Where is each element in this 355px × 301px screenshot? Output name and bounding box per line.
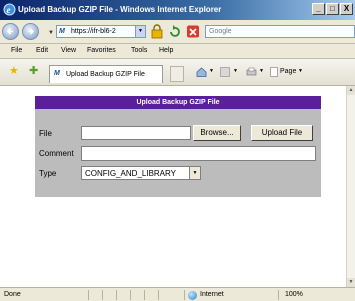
recent-pages-dropdown-icon[interactable]: ▼ — [48, 30, 54, 36]
tab-bar: ★ ✚ M Upload Backup GZIP File ▼ ▼ ▼ Page… — [0, 59, 355, 86]
search-input[interactable]: Google — [205, 25, 355, 38]
tab-label: Upload Backup GZIP File — [66, 71, 145, 78]
back-button[interactable] — [2, 23, 19, 40]
lock-icon[interactable] — [150, 24, 164, 39]
home-dropdown-icon[interactable]: ▼ — [209, 68, 214, 74]
scroll-down-arrow-icon[interactable]: ▼ — [347, 278, 355, 287]
add-favorites-icon[interactable]: ✚ — [29, 66, 38, 77]
forward-button[interactable] — [22, 23, 39, 40]
url-text: https://ifr-bl6-2 — [71, 28, 116, 35]
address-toolbar: ▼ M https://ifr-bl6-2 ▼ Google — [0, 20, 355, 44]
menu-file[interactable]: File — [11, 47, 22, 54]
feeds-dropdown-icon[interactable]: ▼ — [233, 68, 238, 74]
home-icon[interactable] — [196, 67, 207, 77]
close-button[interactable]: X — [340, 3, 353, 15]
status-pane — [102, 290, 114, 300]
print-dropdown-icon[interactable]: ▼ — [259, 68, 264, 74]
status-bar: Done Internet 100% — [0, 287, 355, 301]
tab-favicon-icon: M — [54, 70, 60, 77]
minimize-button[interactable]: _ — [312, 3, 325, 15]
page-menu-button[interactable]: Page — [280, 68, 296, 75]
svg-text:e: e — [7, 5, 11, 15]
feeds-icon[interactable] — [220, 67, 230, 77]
window-title: Upload Backup GZIP File - Windows Intern… — [18, 5, 222, 14]
file-label: File — [39, 129, 52, 138]
page-icon — [270, 67, 278, 77]
refresh-icon[interactable] — [168, 24, 182, 39]
status-pane — [116, 290, 128, 300]
site-favicon-icon: M — [59, 28, 65, 35]
ie-logo-icon: e — [3, 3, 16, 16]
back-arrow-icon — [6, 28, 13, 35]
vertical-scrollbar[interactable]: ▲ ▼ — [346, 86, 355, 287]
file-path-input[interactable] — [81, 126, 191, 140]
menu-bar: File Edit View Favorites Tools Help — [0, 44, 355, 59]
upload-file-button[interactable]: Upload File — [251, 125, 313, 141]
scroll-up-arrow-icon[interactable]: ▲ — [347, 86, 355, 95]
internet-zone-icon — [188, 291, 197, 300]
status-pane — [158, 290, 170, 300]
upload-form-header: Upload Backup GZIP File — [35, 96, 321, 109]
page-content: Upload Backup GZIP File File Browse... U… — [0, 86, 346, 287]
tab-upload-backup[interactable]: M Upload Backup GZIP File — [49, 65, 163, 83]
browse-button[interactable]: Browse... — [193, 125, 241, 141]
comment-input[interactable] — [81, 146, 316, 161]
search-placeholder: Google — [209, 28, 232, 35]
status-pane — [88, 290, 100, 300]
new-tab-button[interactable] — [170, 66, 184, 82]
address-field[interactable]: M https://ifr-bl6-2 ▼ — [56, 25, 146, 38]
title-bar: e Upload Backup GZIP File - Windows Inte… — [0, 0, 355, 20]
type-select[interactable]: CONFIG_AND_LIBRARY ▼ — [81, 166, 201, 180]
page-dropdown-icon[interactable]: ▼ — [298, 68, 303, 74]
print-icon[interactable] — [246, 67, 257, 77]
menu-favorites[interactable]: Favorites — [87, 47, 116, 54]
menu-edit[interactable]: Edit — [36, 47, 48, 54]
type-dropdown-arrow-icon[interactable]: ▼ — [189, 167, 200, 179]
maximize-button[interactable]: □ — [326, 3, 339, 15]
zoom-level[interactable]: 100% — [285, 291, 303, 298]
stop-icon[interactable] — [186, 24, 200, 39]
status-pane — [130, 290, 142, 300]
status-text: Done — [4, 291, 21, 298]
star-icon[interactable]: ★ — [9, 66, 19, 77]
menu-help[interactable]: Help — [159, 47, 173, 54]
menu-tools[interactable]: Tools — [131, 47, 147, 54]
comment-label: Comment — [39, 149, 74, 158]
status-pane — [144, 290, 156, 300]
upload-form-panel: Upload Backup GZIP File File Browse... U… — [35, 96, 321, 197]
menu-view[interactable]: View — [61, 47, 76, 54]
address-dropdown-button[interactable]: ▼ — [135, 26, 145, 37]
forward-arrow-icon — [28, 28, 35, 35]
type-label: Type — [39, 169, 57, 178]
security-zone-text: Internet — [200, 291, 224, 298]
type-select-value: CONFIG_AND_LIBRARY — [85, 169, 176, 178]
